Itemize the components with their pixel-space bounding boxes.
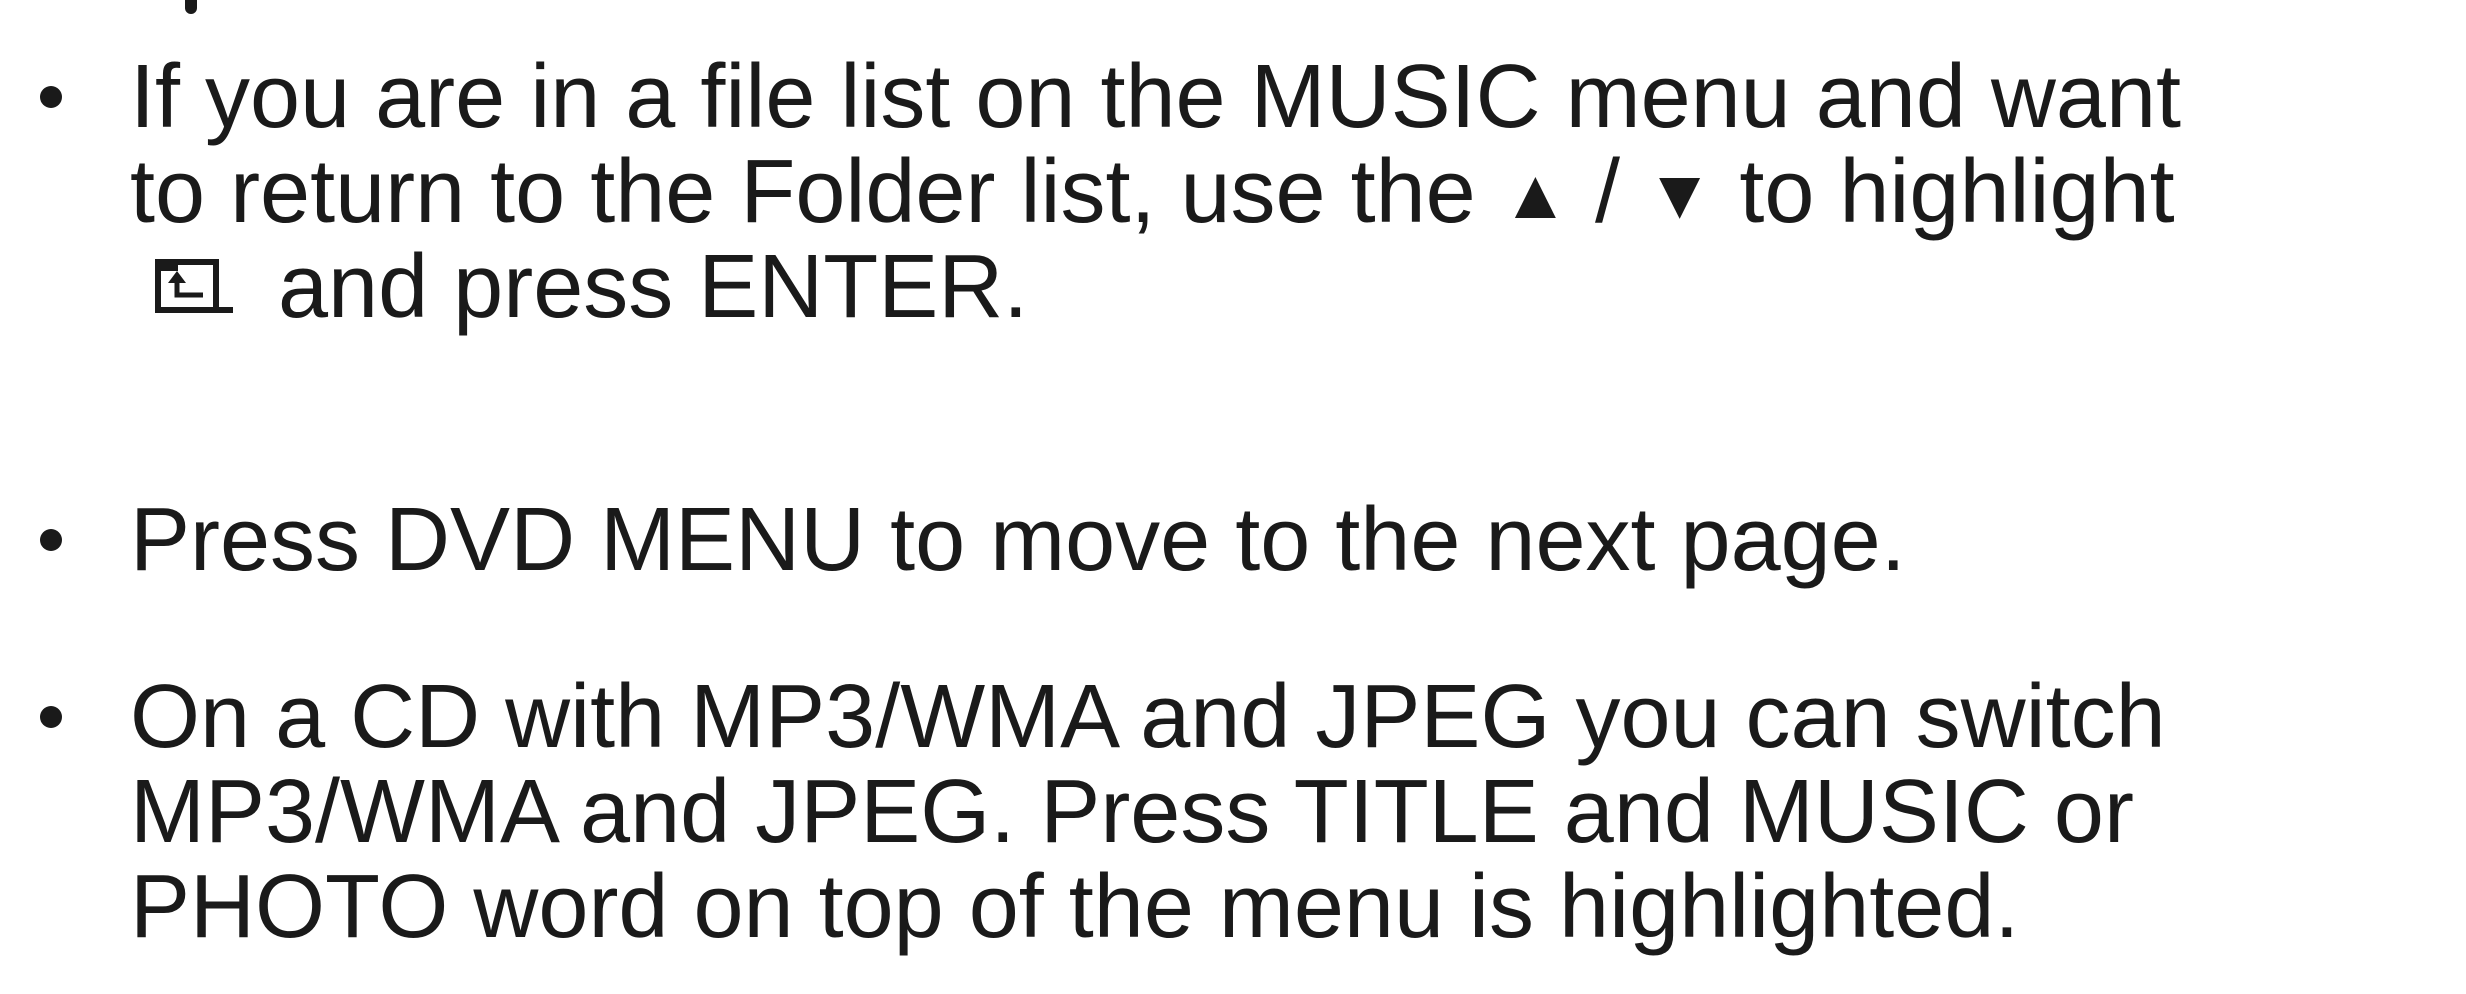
bullet-dot: [40, 529, 62, 551]
bullet-1-line-2: to return to the Folder list, use the ▲ …: [130, 142, 2175, 248]
up-arrow-icon: ▲: [1500, 155, 1570, 233]
bullet-1-line-2-text: to return to the Folder list, use the: [130, 142, 1501, 242]
bullet-1-line-3: and press ENTER.: [155, 237, 1028, 337]
bullet-1-line-2-tail: to highlight: [1714, 142, 2175, 242]
bullet-dot: [40, 706, 62, 728]
bullet-1-line-3-text: and press ENTER.: [253, 237, 1029, 337]
bullet-dot: [40, 86, 62, 108]
bullet-1-line-1: If you are in a file list on the MUSIC m…: [130, 47, 2182, 147]
bullet-2-line-1: Press DVD MENU to move to the next page.: [130, 490, 1906, 590]
bullet-3-line-3: PHOTO word on top of the menu is highlig…: [130, 857, 2020, 957]
bullet-3-line-1: On a CD with MP3/WMA and JPEG you can sw…: [130, 667, 2166, 767]
manual-page: If you are in a file list on the MUSIC m…: [0, 0, 2466, 994]
bullet-3-line-2: MP3/WMA and JPEG. Press TITLE and MUSIC …: [130, 762, 2134, 862]
cropped-text-fragment: [185, 0, 197, 14]
down-arrow-icon: ▼: [1645, 155, 1715, 233]
arrow-separator: /: [1570, 142, 1646, 242]
folder-up-icon: [155, 257, 233, 323]
